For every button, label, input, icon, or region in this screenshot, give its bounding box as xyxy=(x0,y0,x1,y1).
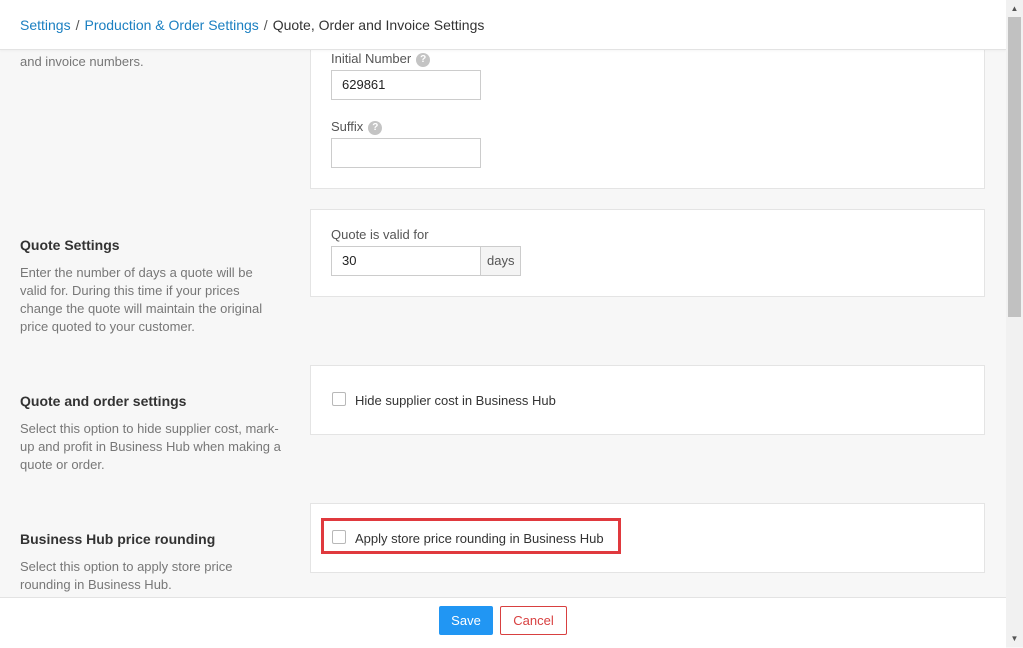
price-rounding-card: Apply store price rounding in Business H… xyxy=(310,503,985,573)
settings-content: and invoice numbers. Initial Number? 629… xyxy=(0,0,1006,647)
breadcrumb-current: Quote, Order and Invoice Settings xyxy=(272,17,485,33)
price-rounding-title: Business Hub price rounding xyxy=(20,531,216,547)
apply-price-rounding-label[interactable]: Apply store price rounding in Business H… xyxy=(355,531,604,546)
chevron-up-icon[interactable]: ▲ xyxy=(1006,0,1023,17)
top-bar: Settings / Production & Order Settings / Quo… xyxy=(0,0,1006,50)
quote-settings-title: Quote Settings xyxy=(20,237,120,253)
quote-valid-label: Quote is valid for xyxy=(331,227,429,242)
days-addon: days xyxy=(481,246,522,276)
hide-supplier-cost-checkbox[interactable] xyxy=(332,392,346,406)
chevron-down-icon[interactable]: ▼ xyxy=(1006,630,1023,647)
breadcrumb-settings-link[interactable]: Settings xyxy=(20,17,71,33)
quote-order-settings-title: Quote and order settings xyxy=(20,393,187,409)
price-rounding-description: Select this option to apply store price … xyxy=(20,559,233,592)
quote-order-settings-description: Select this option to hide supplier cost… xyxy=(20,421,281,472)
breadcrumb-production-order-link[interactable]: Production & Order Settings xyxy=(84,17,258,33)
suffix-label: Suffix? xyxy=(331,119,383,135)
help-icon[interactable]: ? xyxy=(416,53,431,67)
save-button[interactable]: Save xyxy=(439,606,493,635)
scrollbar-thumb[interactable] xyxy=(1008,17,1021,317)
hide-supplier-cost-label[interactable]: Hide supplier cost in Business Hub xyxy=(355,393,556,408)
quote-valid-days-input[interactable]: 30 xyxy=(331,246,481,276)
initial-number-input[interactable]: 629861 xyxy=(331,70,481,100)
quote-settings-card: Quote is valid for 30 days xyxy=(310,209,985,297)
quote-order-settings-card: Hide supplier cost in Business Hub xyxy=(310,365,985,435)
apply-price-rounding-checkbox[interactable] xyxy=(332,530,346,544)
quote-settings-description: Enter the number of days a quote will be… xyxy=(20,265,263,334)
initial-number-label: Initial Number? xyxy=(331,51,431,67)
breadcrumb-separator: / xyxy=(75,17,80,33)
breadcrumb-separator: / xyxy=(263,17,268,33)
help-icon[interactable]: ? xyxy=(368,121,383,135)
breadcrumb: Settings / Production & Order Settings / Quo… xyxy=(20,17,484,33)
vertical-scrollbar[interactable]: ▲ ▼ xyxy=(1006,0,1023,647)
action-bar: Save Cancel xyxy=(0,597,1006,648)
numbering-description: and invoice numbers. xyxy=(20,54,144,69)
suffix-input[interactable] xyxy=(331,138,481,168)
cancel-button[interactable]: Cancel xyxy=(500,606,567,635)
